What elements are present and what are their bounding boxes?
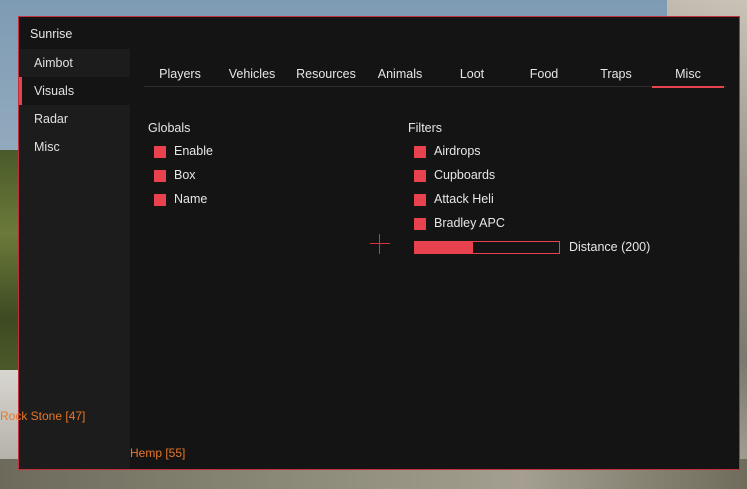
- sidebar-item-label: Radar: [34, 112, 69, 126]
- distance-slider[interactable]: [414, 241, 560, 254]
- distance-slider-fill: [415, 242, 473, 253]
- tab-food[interactable]: Food: [508, 65, 580, 87]
- sidebar-item-misc[interactable]: Misc: [19, 133, 130, 161]
- checkbox-label: Name: [174, 192, 208, 206]
- tab-bar: Players Vehicles Resources Animals Loot …: [144, 65, 726, 88]
- tab-traps[interactable]: Traps: [580, 65, 652, 87]
- checkbox-box: [154, 170, 166, 182]
- checkbox-label: Enable: [174, 144, 213, 158]
- tab-label: Misc: [675, 67, 701, 81]
- checkbox-label: Airdrops: [434, 144, 481, 158]
- tab-label: Food: [529, 67, 559, 81]
- checkbox-box: [414, 194, 426, 206]
- title-bar[interactable]: Sunrise: [19, 17, 739, 49]
- distance-slider-label: Distance (200): [569, 240, 651, 254]
- checkbox-box: [154, 146, 166, 158]
- checkbox-label: Attack Heli: [434, 192, 494, 206]
- sidebar-item-label: Aimbot: [34, 56, 73, 70]
- checkbox-box: [414, 170, 426, 182]
- sidebar-item-label: Visuals: [34, 84, 75, 98]
- checkbox-label: Cupboards: [434, 168, 496, 182]
- sidebar-item-label: Misc: [34, 140, 60, 154]
- window-title: Sunrise: [30, 27, 73, 41]
- content-panel: Players Vehicles Resources Animals Loot …: [130, 49, 739, 469]
- esp-label-hemp: Hemp [55]: [130, 446, 186, 460]
- esp-label-rock-stone: Rock Stone [47]: [0, 409, 86, 423]
- tab-label: Animals: [377, 67, 423, 81]
- checkbox-box: [414, 146, 426, 158]
- tab-label: Resources: [296, 67, 356, 81]
- tab-label: Loot: [459, 67, 485, 81]
- tab-loot[interactable]: Loot: [436, 65, 508, 87]
- tab-label: Traps: [600, 67, 632, 81]
- crosshair-icon: [370, 234, 390, 254]
- filters-heading: Filters: [408, 121, 443, 135]
- sidebar: Aimbot Visuals Radar Misc: [19, 49, 130, 469]
- checkbox-label: Box: [174, 168, 196, 182]
- tab-label: Players: [159, 67, 201, 81]
- tab-misc[interactable]: Misc: [652, 65, 724, 88]
- tab-animals[interactable]: Animals: [364, 65, 436, 87]
- checkbox-box: [414, 218, 426, 230]
- sidebar-item-aimbot[interactable]: Aimbot: [19, 49, 130, 77]
- tab-label: Vehicles: [228, 67, 276, 81]
- tab-players[interactable]: Players: [144, 65, 216, 87]
- checkbox-box: [154, 194, 166, 206]
- checkbox-label: Bradley APC: [434, 216, 505, 230]
- tab-resources[interactable]: Resources: [288, 65, 364, 87]
- sidebar-item-radar[interactable]: Radar: [19, 105, 130, 133]
- globals-heading: Globals: [148, 121, 191, 135]
- sidebar-item-visuals[interactable]: Visuals: [19, 77, 130, 105]
- tab-vehicles[interactable]: Vehicles: [216, 65, 288, 87]
